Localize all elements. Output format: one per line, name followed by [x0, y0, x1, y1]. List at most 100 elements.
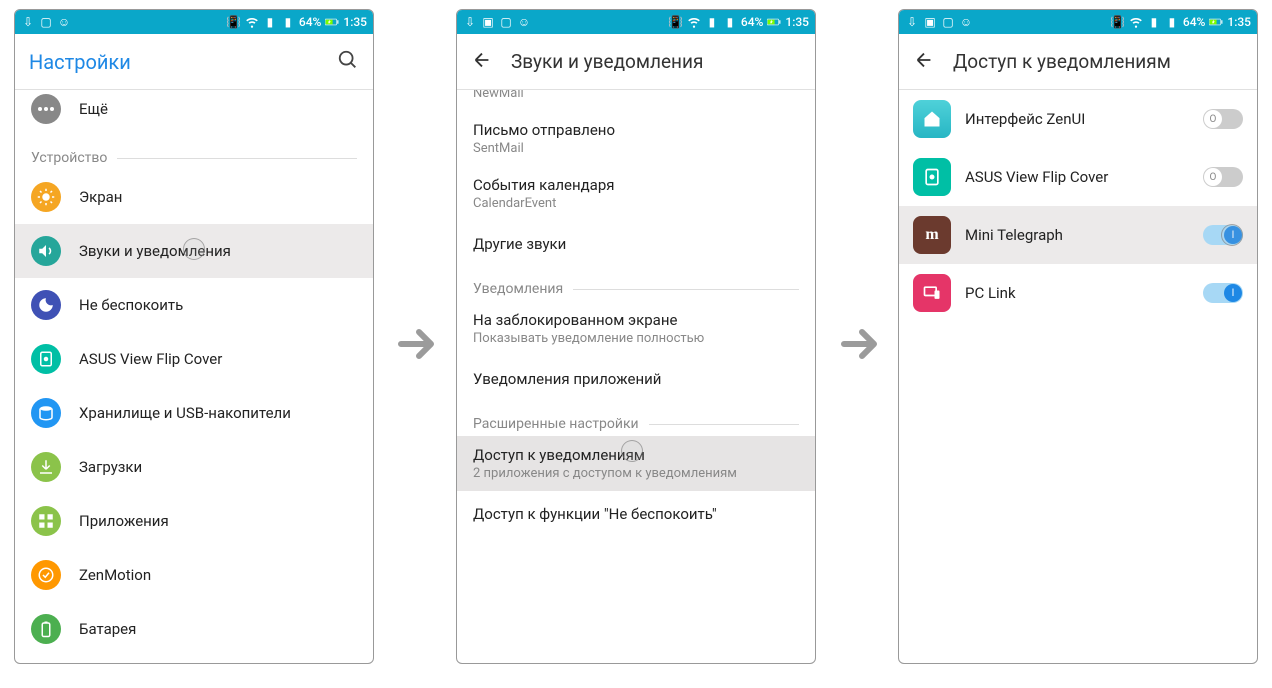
sim2-signal-icon: ▮: [723, 15, 737, 29]
wifi-icon: [1129, 15, 1143, 29]
row-label: Хранилище и USB-накопители: [79, 404, 291, 422]
download-icon: ⇩: [21, 15, 35, 29]
downloads-icon: [31, 452, 61, 482]
apps-icon: [31, 506, 61, 536]
flipcover-icon: [31, 344, 61, 374]
search-button[interactable]: [337, 49, 359, 75]
status-right: 📳 ▮ ▮ 64% 1:35: [1111, 15, 1251, 29]
app-row-minitelegraph[interactable]: m Mini Telegraph I: [899, 206, 1257, 264]
sound-list[interactable]: NewMail Письмо отправлено SentMail Событ…: [457, 90, 815, 663]
app-name: Интерфейс ZenUI: [965, 110, 1203, 128]
page-title: Доступ к уведомлениям: [953, 50, 1243, 73]
settings-item-more[interactable]: Ещё: [15, 90, 373, 136]
settings-item-battery[interactable]: Батарея: [15, 602, 373, 656]
list-item[interactable]: NewMail: [457, 90, 815, 111]
app-row-zenui[interactable]: Интерфейс ZenUI O: [899, 90, 1257, 148]
status-left: ⇩ ▢ ☺: [21, 15, 71, 29]
list-item-notification-access[interactable]: Доступ к уведомлениям 2 приложения с дос…: [457, 436, 815, 491]
battery-pct: 64%: [1183, 15, 1205, 29]
toggle-pclink[interactable]: I: [1203, 283, 1243, 303]
toggle-knob: O: [1204, 110, 1222, 128]
screen-notification-access: ⇩ ▣ ▢ ☺ 📳 ▮ ▮ 64% 1:35 Доступ к уведомле…: [898, 9, 1258, 664]
list-item[interactable]: Письмо отправлено SentMail: [457, 111, 815, 166]
status-left: ⇩ ▣ ▢ ☺: [905, 15, 973, 29]
section-device: Устройство: [15, 136, 373, 170]
download-icon: ⇩: [905, 15, 919, 29]
settings-item-storage[interactable]: Хранилище и USB-накопители: [15, 386, 373, 440]
row-label: Батарея: [79, 620, 136, 638]
page-title: Звуки и уведомления: [511, 50, 801, 73]
sim1-signal-icon: ▮: [1147, 15, 1161, 29]
list-item[interactable]: Уведомления приложений: [457, 356, 815, 402]
app-bar: Настройки: [15, 34, 373, 90]
back-button[interactable]: [913, 49, 935, 75]
section-notifications: Уведомления: [457, 267, 815, 301]
more-icon: [31, 94, 61, 124]
status-bar: ⇩ ▢ ☺ 📳 ▮ ▮ 64% 1:35: [15, 10, 373, 34]
android-icon: ☺: [959, 15, 973, 29]
pclink-icon: [913, 274, 951, 312]
battery-charging-icon: [1209, 15, 1223, 29]
settings-item-downloads[interactable]: Загрузки: [15, 440, 373, 494]
wifi-icon: [687, 15, 701, 29]
image-icon: ▣: [481, 15, 495, 29]
settings-item-dnd[interactable]: Не беспокоить: [15, 278, 373, 332]
display-icon: [31, 182, 61, 212]
list-item[interactable]: Доступ к функции "Не беспокоить": [457, 491, 815, 537]
row-label: Ещё: [79, 100, 108, 118]
section-advanced: Расширенные настройки: [457, 402, 815, 436]
wifi-icon: [245, 15, 259, 29]
app-bar: Доступ к уведомлениям: [899, 34, 1257, 90]
row-label: ASUS View Flip Cover: [79, 350, 222, 368]
vibrate-icon: 📳: [1111, 15, 1125, 29]
app-bar: Звуки и уведомления: [457, 34, 815, 90]
app-row-pclink[interactable]: PC Link I: [899, 264, 1257, 322]
item-title: Другие звуки: [473, 235, 799, 253]
android-icon: ☺: [57, 15, 71, 29]
screenshot-icon: ▢: [39, 15, 53, 29]
item-title: На заблокированном экране: [473, 311, 799, 329]
battery-charging-icon: [325, 15, 339, 29]
screen-sound-notifications: ⇩ ▣ ▢ ☺ 📳 ▮ ▮ 64% 1:35 Звуки и уведомлен…: [456, 9, 816, 664]
toggle-flipcover[interactable]: O: [1203, 167, 1243, 187]
settings-item-apps[interactable]: Приложения: [15, 494, 373, 548]
list-item[interactable]: Другие звуки: [457, 221, 815, 267]
row-label: Звуки и уведомления: [79, 242, 231, 260]
settings-list[interactable]: Ещё Устройство Экран Звуки и уведомления…: [15, 90, 373, 663]
row-label: ZenMotion: [79, 566, 151, 584]
screenshot-icon: ▢: [499, 15, 513, 29]
settings-item-display[interactable]: Экран: [15, 170, 373, 224]
list-item[interactable]: На заблокированном экране Показывать уве…: [457, 301, 815, 356]
row-label: Загрузки: [79, 458, 142, 476]
storage-icon: [31, 398, 61, 428]
app-name: Mini Telegraph: [965, 226, 1203, 244]
clock: 1:35: [1227, 15, 1251, 29]
download-icon: ⇩: [463, 15, 477, 29]
item-sub: NewMail: [473, 90, 799, 101]
toggle-zenui[interactable]: O: [1203, 109, 1243, 129]
toggle-knob: O: [1204, 168, 1222, 186]
flow-arrow-icon: [836, 320, 884, 368]
apps-list[interactable]: Интерфейс ZenUI O ASUS View Flip Cover O…: [899, 90, 1257, 663]
settings-item-flipcover[interactable]: ASUS View Flip Cover: [15, 332, 373, 386]
app-row-flipcover[interactable]: ASUS View Flip Cover O: [899, 148, 1257, 206]
item-title: Доступ к функции "Не беспокоить": [473, 505, 799, 523]
status-right: 📳 ▮ ▮ 64% 1:35: [669, 15, 809, 29]
flow-arrow-icon: [393, 320, 441, 368]
minitelegraph-icon: m: [913, 216, 951, 254]
status-bar: ⇩ ▣ ▢ ☺ 📳 ▮ ▮ 64% 1:35: [899, 10, 1257, 34]
battery-pct: 64%: [299, 15, 321, 29]
item-sub: CalendarEvent: [473, 196, 799, 211]
list-item[interactable]: События календаря CalendarEvent: [457, 166, 815, 221]
screen-settings: ⇩ ▢ ☺ 📳 ▮ ▮ 64% 1:35 Настройки: [14, 9, 374, 664]
back-button[interactable]: [471, 49, 493, 75]
status-right: 📳 ▮ ▮ 64% 1:35: [227, 15, 367, 29]
item-sub: SentMail: [473, 141, 799, 156]
zenui-icon: [913, 100, 951, 138]
image-icon: ▣: [923, 15, 937, 29]
settings-item-zenmotion[interactable]: ZenMotion: [15, 548, 373, 602]
item-sub: 2 приложения с доступом к уведомлениям: [473, 466, 799, 481]
settings-item-sound[interactable]: Звуки и уведомления: [15, 224, 373, 278]
toggle-minitelegraph[interactable]: I: [1203, 225, 1243, 245]
sim1-signal-icon: ▮: [263, 15, 277, 29]
